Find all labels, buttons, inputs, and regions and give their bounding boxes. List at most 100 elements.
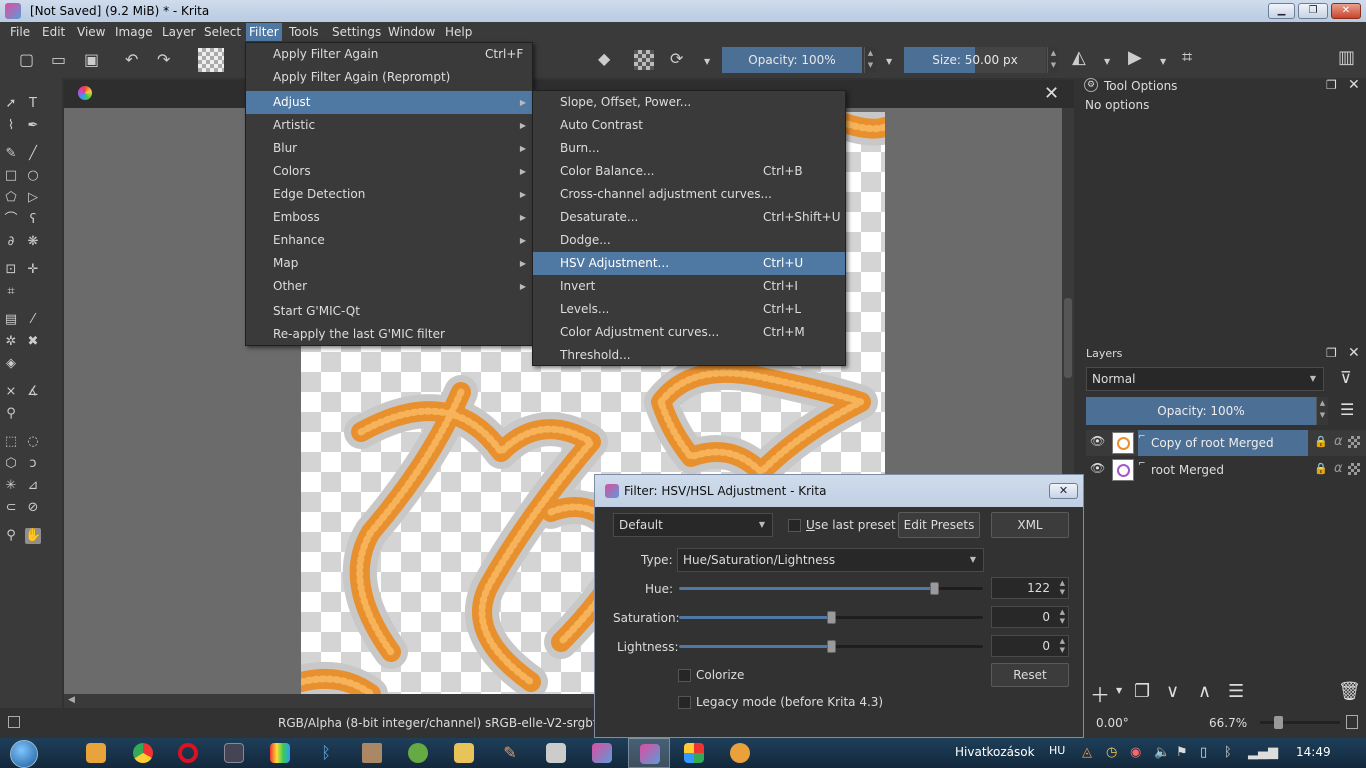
tray-clock-icon[interactable]: ◷: [1106, 745, 1117, 760]
menu-help[interactable]: Help: [445, 25, 472, 39]
dynamic-brush-tool-icon[interactable]: ∂: [3, 234, 19, 250]
menu-item-color-balance[interactable]: Color Balance... Ctrl+B: [533, 160, 845, 183]
freehand-brush-tool-icon[interactable]: ✎: [3, 146, 19, 162]
close-dock-icon[interactable]: ✕: [1348, 77, 1360, 93]
close-layers-dock-icon[interactable]: ✕: [1348, 345, 1360, 361]
hue-slider[interactable]: [679, 582, 983, 595]
open-folder-icon[interactable]: ▭: [51, 52, 66, 68]
menu-item-threshold[interactable]: Threshold...: [533, 344, 845, 367]
xml-button[interactable]: XML: [991, 512, 1069, 538]
selection-indicator-icon[interactable]: [8, 716, 20, 728]
edit-shapes-tool-icon[interactable]: ⌇: [3, 118, 19, 134]
saturation-spinbox[interactable]: 0 ▲ ▼: [991, 606, 1069, 628]
edit-presets-button[interactable]: Edit Presets: [898, 512, 980, 538]
start-button-icon[interactable]: [10, 740, 38, 768]
text-tool-icon[interactable]: T: [25, 96, 41, 112]
reset-button[interactable]: Reset: [991, 663, 1069, 687]
opacity-spin-buttons[interactable]: ▲ ▼: [864, 47, 876, 73]
bluetooth-tray-icon[interactable]: ᛒ: [1224, 745, 1232, 760]
menu-item-reapply-gmic[interactable]: Re-apply the last G'MIC filter: [246, 323, 532, 346]
menu-item-start-gmic[interactable]: Start G'MIC-Qt: [246, 300, 532, 323]
minimize-button[interactable]: ▁: [1268, 3, 1295, 19]
menu-item-hsv-adjustment[interactable]: HSV Adjustment... Ctrl+U: [533, 252, 845, 275]
alpha-lock-layer-icon[interactable]: [1348, 463, 1360, 475]
menu-item-colors[interactable]: Colors ▶: [246, 160, 532, 183]
multibrush-tool-icon[interactable]: ❋: [25, 234, 41, 250]
bezier-tool-icon[interactable]: ⌒: [3, 212, 19, 228]
menu-item-invert[interactable]: Invert Ctrl+I: [533, 275, 845, 298]
alpha-lock-icon[interactable]: [634, 50, 654, 70]
tool-app-icon[interactable]: [730, 743, 750, 763]
menu-item-slope-offset-power[interactable]: Slope, Offset, Power...: [533, 91, 845, 114]
zoom-value[interactable]: 66.7%: [1209, 716, 1247, 730]
document-tab-icon[interactable]: [78, 86, 92, 100]
layer-properties-icon[interactable]: ☰: [1228, 681, 1244, 702]
line-tool-icon[interactable]: ╱: [25, 146, 41, 162]
menu-settings[interactable]: Settings: [332, 25, 381, 39]
new-document-icon[interactable]: ▢: [19, 52, 34, 68]
pan-tool-icon[interactable]: ✋: [25, 528, 41, 544]
float-dock-icon[interactable]: ❐: [1326, 78, 1337, 92]
chevron-down-icon[interactable]: ▼: [1116, 686, 1122, 695]
menu-item-auto-contrast[interactable]: Auto Contrast: [533, 114, 845, 137]
canvas-only-icon[interactable]: [1346, 715, 1358, 729]
saturation-slider-handle[interactable]: [827, 611, 836, 624]
polygon-tool-icon[interactable]: ⬠: [3, 190, 19, 206]
layer-lock-icon[interactable]: 🔒: [1314, 435, 1328, 448]
transform-tool-icon[interactable]: ⊡: [3, 262, 19, 278]
colors-app-icon[interactable]: [270, 743, 290, 763]
menu-tools[interactable]: Tools: [289, 25, 319, 39]
freehand-path-tool-icon[interactable]: ʕ: [25, 212, 41, 228]
move-tool-icon[interactable]: ✛: [25, 262, 41, 278]
menu-item-desaturate[interactable]: Desaturate... Ctrl+Shift+U: [533, 206, 845, 229]
chevron-down-icon[interactable]: ▼: [704, 54, 710, 70]
magnetic-select-tool-icon[interactable]: ⊘: [25, 500, 41, 516]
lightness-slider-handle[interactable]: [827, 640, 836, 653]
tray-app-icon[interactable]: ◬: [1082, 745, 1092, 760]
opacity-slider[interactable]: Opacity: 100%: [722, 47, 862, 73]
mirror-horizontal-icon[interactable]: ◭: [1072, 49, 1086, 67]
krita-active-taskbar-button[interactable]: [628, 738, 670, 768]
duplicate-layer-icon[interactable]: ❐: [1134, 681, 1150, 702]
language-indicator[interactable]: HU: [1049, 744, 1065, 757]
menu-item-cross-channel-curves[interactable]: Cross-channel adjustment curves...: [533, 183, 845, 206]
keyboard-app-icon[interactable]: [546, 743, 566, 763]
gradient-tool-icon[interactable]: ▤: [3, 312, 19, 328]
zoom-slider[interactable]: [1260, 716, 1340, 729]
fill-pattern-icon[interactable]: [198, 48, 224, 72]
eye-visible-icon[interactable]: 👁: [1090, 434, 1105, 448]
chevron-down-icon[interactable]: ▼: [1160, 54, 1166, 70]
flag-icon[interactable]: ⚑: [1176, 745, 1188, 760]
device-icon[interactable]: ▯: [1200, 745, 1207, 760]
menu-item-color-adjustment-curves[interactable]: Color Adjustment curves... Ctrl+M: [533, 321, 845, 344]
layer-opacity-slider[interactable]: Opacity: 100%: [1086, 397, 1316, 425]
menu-item-enhance[interactable]: Enhance ▶: [246, 229, 532, 252]
colorize-checkbox[interactable]: [678, 669, 691, 682]
polyline-tool-icon[interactable]: ▷: [25, 190, 41, 206]
redo-icon[interactable]: ↷: [157, 52, 170, 68]
select-shapes-tool-icon[interactable]: ➚: [3, 96, 19, 112]
links-toolbar-label[interactable]: Hivatkozások: [955, 745, 1035, 759]
chrome-icon[interactable]: [133, 743, 153, 763]
menu-layer[interactable]: Layer: [162, 25, 195, 39]
spin-arrows-icon[interactable]: ▲ ▼: [1060, 608, 1065, 626]
volume-icon[interactable]: 🔈: [1154, 745, 1170, 760]
tray-alert-icon[interactable]: ◉: [1130, 745, 1141, 760]
ellipse-select-tool-icon[interactable]: ◌: [25, 434, 41, 450]
eraser-icon[interactable]: ◆: [598, 51, 610, 67]
add-layer-icon[interactable]: ＋: [1090, 679, 1110, 708]
calligraphy-tool-icon[interactable]: ✒: [25, 118, 41, 134]
close-window-button[interactable]: ✕: [1331, 3, 1361, 19]
reference-images-tool-icon[interactable]: ⚲: [3, 406, 19, 422]
menu-filter[interactable]: Filter: [246, 23, 282, 41]
menu-edit[interactable]: Edit: [42, 25, 65, 39]
chevron-down-icon[interactable]: ▼: [886, 54, 892, 70]
rotation-value[interactable]: 0.00°: [1096, 716, 1129, 730]
app-window-icon[interactable]: [224, 743, 244, 763]
menu-item-apply-filter-reprompt[interactable]: Apply Filter Again (Reprompt): [246, 66, 532, 89]
similar-select-tool-icon[interactable]: ⊿: [25, 478, 41, 494]
workspace-icon[interactable]: ▥: [1338, 49, 1355, 67]
scroll-left-icon[interactable]: ◀: [68, 695, 75, 705]
menu-item-other[interactable]: Other ▶: [246, 275, 532, 298]
menu-image[interactable]: Image: [115, 25, 153, 39]
